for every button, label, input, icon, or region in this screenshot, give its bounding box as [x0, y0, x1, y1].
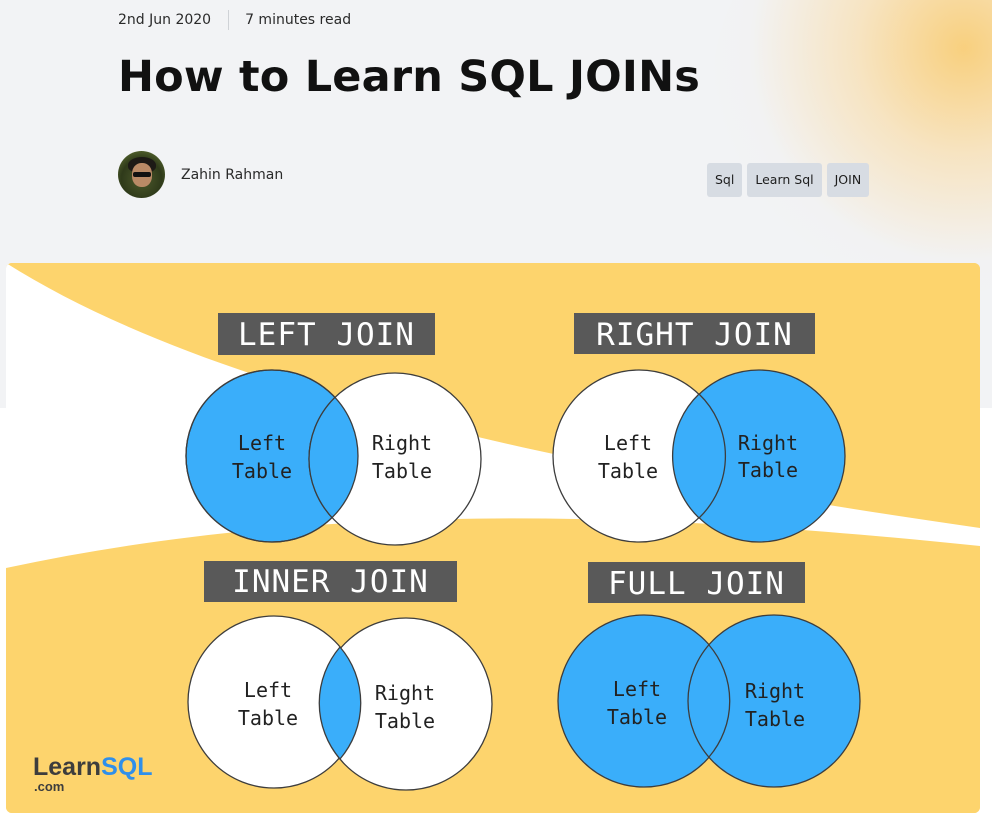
full-join-left-label-2: Table	[607, 705, 667, 729]
page-title: How to Learn SQL JOINs	[118, 52, 701, 102]
full-join-title: FULL JOIN	[608, 566, 785, 602]
author-name[interactable]: Zahin Rahman	[181, 167, 283, 183]
inner-join-right-label-2: Table	[375, 709, 435, 733]
inner-join-left-label-2: Table	[238, 706, 298, 730]
full-join-right-label-2: Table	[745, 707, 805, 731]
logo-sql: SQL	[101, 753, 152, 781]
right-join-left-label-1: Left	[604, 431, 652, 455]
right-join-right-label-1: Right	[738, 431, 798, 455]
joins-illustration: LEFT JOIN Left Table Right Table RIGHT J…	[6, 263, 980, 813]
inner-join-diagram: INNER JOIN Left Table Right Table	[187, 561, 493, 791]
tag-list: Sql Learn Sql JOIN	[707, 163, 870, 197]
meta-divider	[228, 10, 230, 30]
right-join-right-label-2: Table	[738, 458, 798, 482]
inner-join-left-label-1: Left	[244, 678, 292, 702]
left-join-left-label-2: Table	[232, 459, 292, 483]
full-join-left-label-1: Left	[613, 677, 661, 701]
inner-join-right-label-1: Right	[375, 681, 435, 705]
right-join-left-label-2: Table	[598, 459, 658, 483]
post-meta: 2nd Jun 2020 7 minutes read	[118, 10, 351, 30]
post-date: 2nd Jun 2020	[118, 12, 212, 28]
tag-join[interactable]: JOIN	[826, 163, 870, 197]
full-join-right-label-1: Right	[745, 679, 805, 703]
left-join-right-label-2: Table	[372, 459, 432, 483]
cover-image: LEFT JOIN Left Table Right Table RIGHT J…	[6, 263, 980, 813]
read-time: 7 minutes read	[245, 12, 352, 28]
tag-learn-sql[interactable]: Learn Sql	[747, 163, 822, 197]
left-join-title: LEFT JOIN	[238, 317, 415, 353]
author[interactable]: Zahin Rahman	[118, 151, 283, 198]
logo-suffix: .com	[34, 779, 64, 794]
avatar[interactable]	[118, 151, 165, 198]
tag-sql[interactable]: Sql	[707, 163, 743, 197]
left-join-left-label-1: Left	[238, 431, 286, 455]
inner-join-title: INNER JOIN	[232, 564, 429, 600]
hero-glow	[712, 0, 992, 300]
right-join-diagram: RIGHT JOIN Left Table Right Table	[552, 313, 846, 543]
right-join-title: RIGHT JOIN	[596, 317, 793, 353]
left-join-right-label-1: Right	[372, 431, 432, 455]
logo-learn: Learn	[33, 753, 101, 781]
svg-text:LearnSQL: LearnSQL	[33, 753, 153, 781]
